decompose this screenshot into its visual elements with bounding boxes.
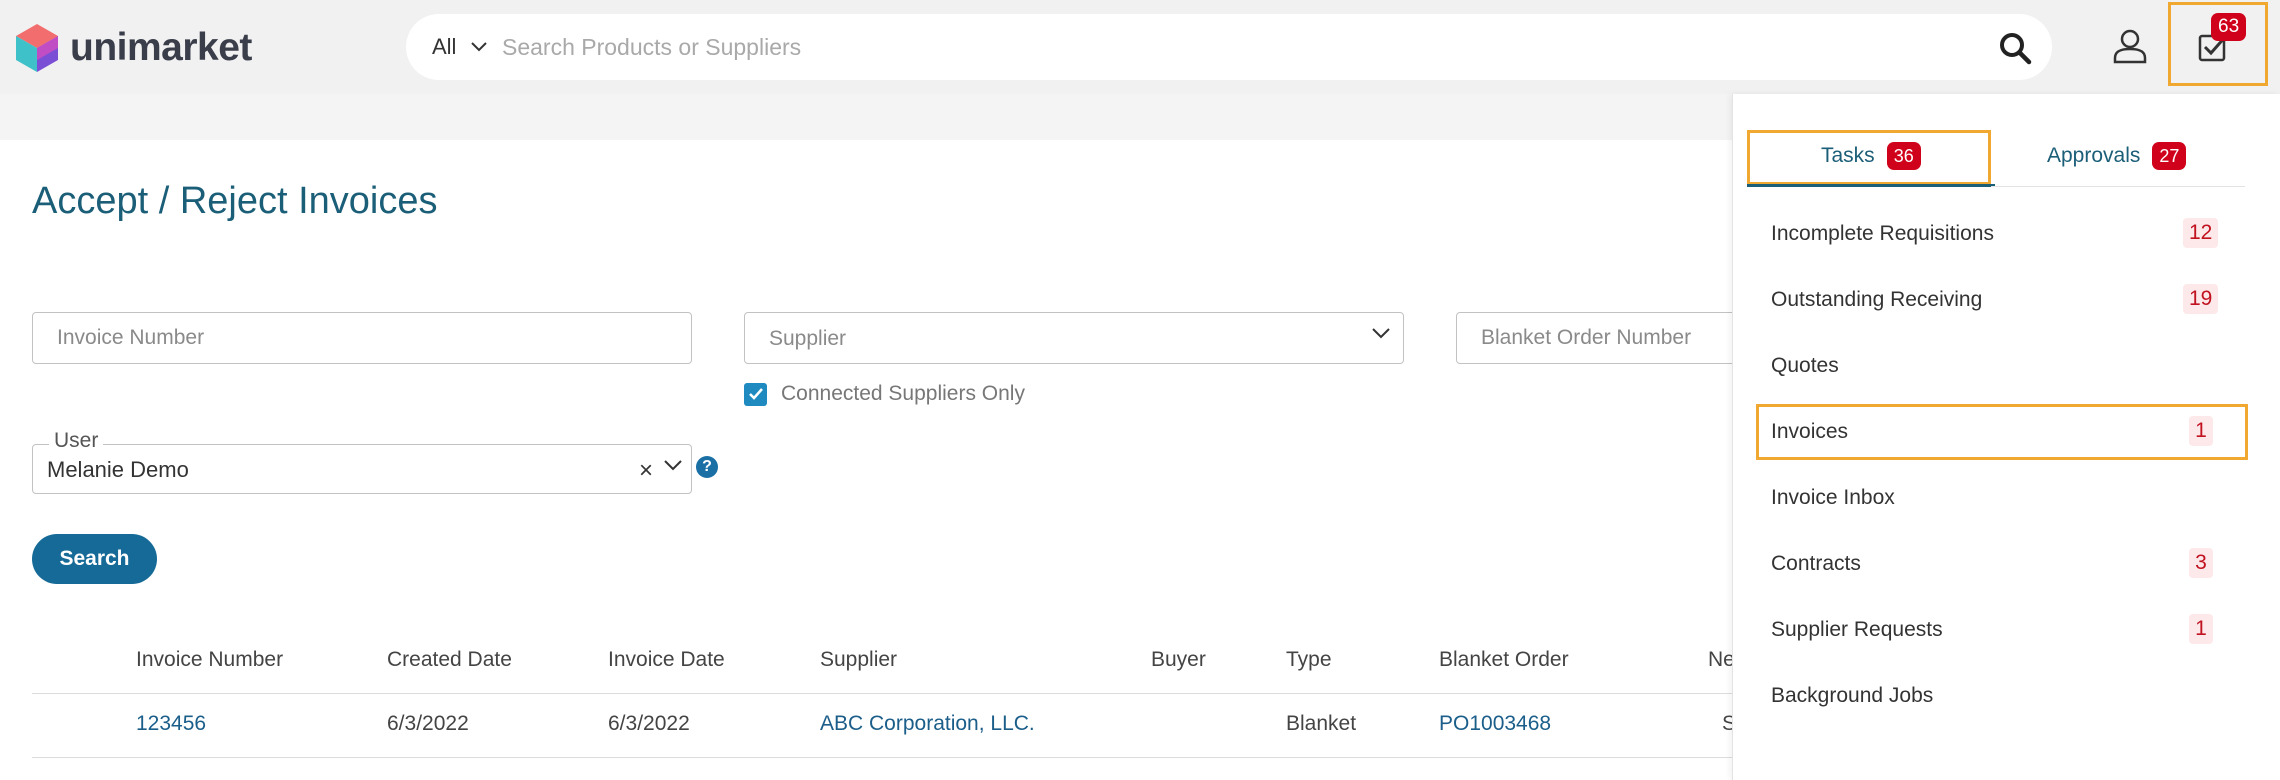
task-count-badge: 1 [2189,416,2213,446]
unimarket-logo-icon [16,24,58,72]
supplier-select[interactable]: Supplier [744,312,1404,364]
task-invoice-inbox[interactable]: Invoice Inbox [1771,486,1895,510]
brand-name: unimarket [70,26,252,69]
task-incomplete-requisitions[interactable]: Incomplete Requisitions [1771,222,1994,246]
active-tab-underline [1747,184,1995,187]
table-header-divider [32,693,1732,694]
tab-approvals-label: Approvals [2047,144,2141,167]
chevron-down-icon[interactable] [663,459,683,473]
chevron-down-icon [1372,328,1390,339]
task-outstanding-receiving[interactable]: Outstanding Receiving [1771,288,1982,312]
invoice-number-field[interactable] [32,312,692,364]
created-date-cell: 6/3/2022 [387,712,469,735]
tab-approvals[interactable]: Approvals 27 [2047,142,2187,170]
tab-tasks-label: Tasks [1821,144,1875,167]
column-header-invoice-number[interactable]: Invoice Number [136,648,283,672]
search-input[interactable] [502,26,1882,68]
task-count-badge: 19 [2183,284,2219,314]
tasks-panel: Tasks 36 Approvals 27 Incomplete Requisi… [1732,94,2280,780]
column-header-ne[interactable]: Ne [1708,648,1735,672]
task-contracts[interactable]: Contracts [1771,552,1861,576]
tasks-button[interactable]: 63 [2168,2,2268,86]
tasks-tab-badge: 36 [1886,142,1921,170]
global-search-bar: All [406,14,2052,80]
column-header-invoice-date[interactable]: Invoice Date [608,648,725,672]
help-icon[interactable]: ? [696,456,718,478]
supplier-link[interactable]: ABC Corporation, LLC. [820,712,1035,736]
column-header-created-date[interactable]: Created Date [387,648,512,672]
task-invoices[interactable]: Invoices [1771,420,1848,444]
top-header: unimarket All 63 [0,0,2280,94]
user-account-icon[interactable] [2110,26,2150,66]
sub-header-bar [0,94,1732,140]
task-count-badge: 1 [2189,614,2213,644]
tasks-count-badge: 63 [2211,13,2247,41]
search-scope-label: All [432,34,457,59]
search-icon[interactable] [1998,31,2032,65]
invoice-date-cell: 6/3/2022 [608,712,690,735]
invoice-number-link[interactable]: 123456 [136,712,206,736]
blanket-order-number-input[interactable] [1457,313,1755,363]
checkbox-checked-icon[interactable] [744,382,767,406]
user-field-label: User [49,429,104,453]
column-header-supplier[interactable]: Supplier [820,648,897,672]
task-background-jobs[interactable]: Background Jobs [1771,684,1933,708]
tab-tasks[interactable]: Tasks 36 [1821,142,1921,170]
unimarket-logo[interactable]: unimarket [14,22,252,74]
task-count-badge: 3 [2189,548,2213,578]
chevron-down-icon [471,42,488,52]
connected-suppliers-label: Connected Suppliers Only [781,382,1025,405]
page-title: Accept / Reject Invoices [32,180,438,222]
column-header-blanket-order[interactable]: Blanket Order [1439,648,1569,672]
search-button[interactable]: Search [32,534,157,584]
search-scope-dropdown[interactable]: All [432,14,488,80]
column-header-buyer[interactable]: Buyer [1151,648,1206,672]
blanket-order-number-field[interactable] [1456,312,1756,364]
blanket-order-link[interactable]: PO1003468 [1439,712,1551,736]
supplier-placeholder: Supplier [769,327,847,350]
task-quotes[interactable]: Quotes [1771,354,1839,378]
user-value: Melanie Demo [47,457,189,482]
task-supplier-requests[interactable]: Supplier Requests [1771,618,1943,642]
task-count-badge: 12 [2183,218,2219,248]
table-row-divider [32,757,1732,758]
clear-icon[interactable]: × [639,457,653,485]
tab-divider [1991,186,2245,187]
approvals-tab-badge: 27 [2152,142,2187,170]
user-select[interactable]: User Melanie Demo × [32,429,692,494]
type-cell: Blanket [1286,712,1357,735]
invoice-number-input[interactable] [33,313,691,363]
connected-suppliers-checkbox[interactable]: Connected Suppliers Only [744,382,1025,406]
column-header-type[interactable]: Type [1286,648,1332,672]
